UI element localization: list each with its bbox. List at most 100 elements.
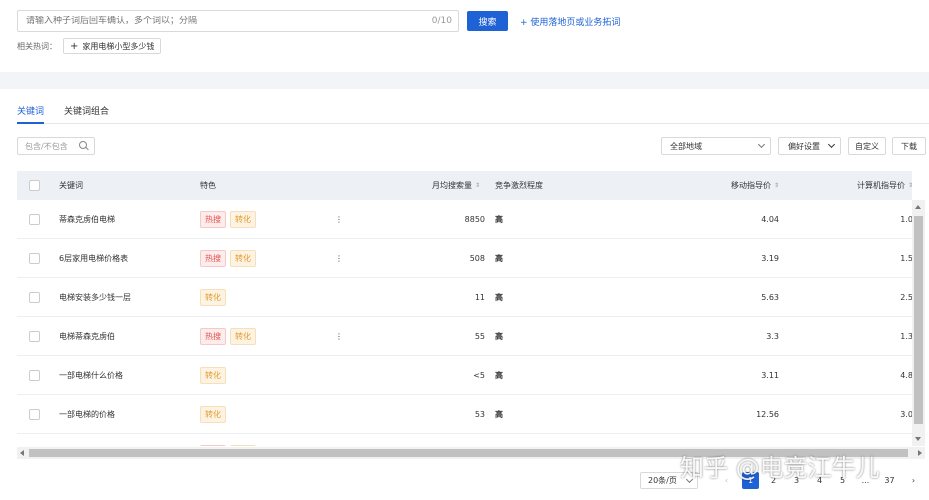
keyword-cell[interactable]: 6层家用电梯价格表: [59, 239, 128, 278]
more-actions-icon[interactable]: ⋮: [335, 239, 343, 278]
pc-price-cell: 1.3: [900, 332, 912, 341]
sort-icon: ⇕: [773, 181, 779, 189]
keyword-search-box[interactable]: 0/10: [17, 10, 459, 32]
table-header: 关键词 特色 月均搜索量 ⇕ 竞争激烈程度 移动指导价 ⇕ 计算机指导价 ⇕: [17, 171, 912, 200]
row-checkbox-cell: [29, 356, 40, 395]
landing-page-expand-link[interactable]: + 使用落地页或业务拓词: [520, 15, 620, 28]
mobile-price-cell: 3.19: [761, 254, 779, 263]
custom-columns-button[interactable]: 自定义: [848, 137, 886, 155]
keyword-cell[interactable]: 蒂森克虏伯电梯: [59, 200, 115, 239]
section-divider: [0, 72, 929, 89]
row-checkbox-cell: [29, 434, 40, 446]
conversion-tag: 转化: [200, 406, 226, 423]
row-checkbox[interactable]: [29, 370, 40, 381]
feature-cell: 转化: [200, 278, 230, 317]
sort-icon: ⇕: [907, 181, 912, 189]
keyword-search-input[interactable]: [26, 16, 406, 26]
conversion-tag: 转化: [230, 328, 256, 345]
table-row: 热搜 转化: [17, 434, 912, 446]
region-select[interactable]: 全部地域: [661, 137, 771, 155]
table-row: 6层家用电梯价格表 热搜 转化 ⋮ 508 高 3.19 1.5: [17, 239, 912, 278]
filter-placeholder: 包含/不包含: [25, 141, 68, 151]
scroll-up-icon[interactable]: [915, 205, 921, 209]
hot-search-tag: 热搜: [200, 445, 226, 446]
keyword-cell[interactable]: 电梯蒂森克虏伯: [59, 317, 115, 356]
hot-word-tag[interactable]: + 家用电梯小型多少钱: [63, 38, 162, 54]
monthly-search-cell: [427, 434, 485, 446]
table-row: 蒂森克虏伯电梯 热搜 转化 ⋮ 8850 高 4.04 1.0: [17, 200, 912, 239]
header-competition: 竞争激烈程度: [495, 181, 543, 190]
hot-search-tag: 热搜: [200, 211, 226, 228]
keyword-cell[interactable]: 一部电梯什么价格: [59, 356, 123, 395]
select-all-cell: [29, 171, 40, 200]
chevron-down-icon: [757, 140, 766, 149]
vertical-scroll-thumb[interactable]: [914, 216, 923, 424]
mobile-price-cell: 12.56: [756, 410, 779, 419]
row-checkbox[interactable]: [29, 292, 40, 303]
competition-cell: 高: [495, 254, 503, 263]
more-actions-icon[interactable]: ⋮: [335, 200, 343, 239]
monthly-search-cell: 53: [474, 410, 485, 419]
table-row: 一部电梯的价格 转化 53 高 12.56 3.0: [17, 395, 912, 434]
preference-settings-dropdown[interactable]: 偏好设置: [778, 137, 841, 155]
search-row: 0/10 搜索 + 使用落地页或业务拓词: [17, 10, 620, 32]
header-monthly-search[interactable]: 月均搜索量 ⇕: [427, 171, 480, 200]
row-checkbox[interactable]: [29, 331, 40, 342]
preference-label: 偏好设置: [788, 141, 820, 151]
hot-word-tag-label: 家用电梯小型多少钱: [82, 41, 155, 51]
download-button[interactable]: 下载: [892, 137, 926, 155]
table-row: 电梯蒂森克虏伯 热搜 转化 ⋮ 55 高 3.3 1.3: [17, 317, 912, 356]
plus-icon: +: [70, 40, 79, 52]
keyword-cell[interactable]: 一部电梯的价格: [59, 395, 115, 434]
mobile-price-cell: 4.04: [761, 215, 779, 224]
row-checkbox-cell: [29, 239, 40, 278]
header-feature: 特色: [200, 181, 216, 190]
scroll-left-icon[interactable]: [20, 450, 24, 456]
vertical-scrollbar[interactable]: [912, 200, 925, 446]
row-checkbox[interactable]: [29, 214, 40, 225]
select-all-checkbox[interactable]: [29, 180, 40, 191]
competition-cell: 高: [495, 293, 503, 302]
scroll-down-icon[interactable]: [915, 437, 921, 441]
keyword-cell[interactable]: 电梯安装多少钱一层: [59, 278, 131, 317]
row-checkbox[interactable]: [29, 253, 40, 264]
pc-price-cell: 1.5: [900, 254, 912, 263]
header-mobile-price-label: 移动指导价: [730, 181, 771, 190]
tab-bar: 关键词 关键词组合: [17, 98, 929, 124]
header-mobile-price[interactable]: 移动指导价 ⇕: [717, 171, 779, 200]
hot-words-label: 相关热词：: [17, 41, 57, 51]
pc-price-cell: 4.8: [900, 371, 912, 380]
header-pc-price[interactable]: 计算机指导价 ⇕: [847, 171, 912, 200]
mobile-price-cell: 5.63: [761, 293, 779, 302]
conversion-tag: 转化: [230, 250, 256, 267]
mobile-price-cell: 3.3: [766, 332, 779, 341]
competition-cell: 高: [495, 410, 503, 419]
pc-price-cell: [847, 434, 912, 446]
related-hot-words: 相关热词： + 家用电梯小型多少钱: [17, 38, 162, 54]
scroll-right-icon[interactable]: [918, 450, 922, 456]
page-size-value: 20条/页: [648, 476, 677, 485]
monthly-search-cell: <5: [473, 371, 485, 380]
sort-icon: ⇕: [474, 181, 480, 189]
tab-keyword-combos[interactable]: 关键词组合: [64, 98, 109, 123]
keyword-table: 关键词 特色 月均搜索量 ⇕ 竞争激烈程度 移动指导价 ⇕ 计算机指导价 ⇕ 蒂森克虏…: [17, 171, 912, 446]
chevron-down-icon: [827, 140, 836, 149]
more-actions-icon[interactable]: ⋮: [335, 317, 343, 356]
monthly-search-cell: 8850: [464, 215, 485, 224]
row-checkbox-cell: [29, 317, 40, 356]
feature-cell: 热搜转化: [200, 200, 260, 239]
next-page-button[interactable]: ›: [905, 472, 922, 489]
include-exclude-filter[interactable]: 包含/不包含: [17, 137, 95, 155]
search-icon: [79, 141, 89, 151]
pc-price-cell: 2.5: [900, 293, 912, 302]
monthly-search-cell: 508: [469, 254, 485, 263]
mobile-price-cell: 3.11: [761, 371, 779, 380]
row-checkbox[interactable]: [29, 409, 40, 420]
competition-cell: 高: [495, 215, 503, 224]
hot-search-tag: 热搜: [200, 328, 226, 345]
page-number-button[interactable]: 37: [881, 472, 898, 489]
row-checkbox-cell: [29, 395, 40, 434]
tab-keywords[interactable]: 关键词: [17, 98, 45, 124]
search-button[interactable]: 搜索: [467, 11, 508, 31]
table-row: 电梯安装多少钱一层 转化 11 高 5.63 2.5: [17, 278, 912, 317]
